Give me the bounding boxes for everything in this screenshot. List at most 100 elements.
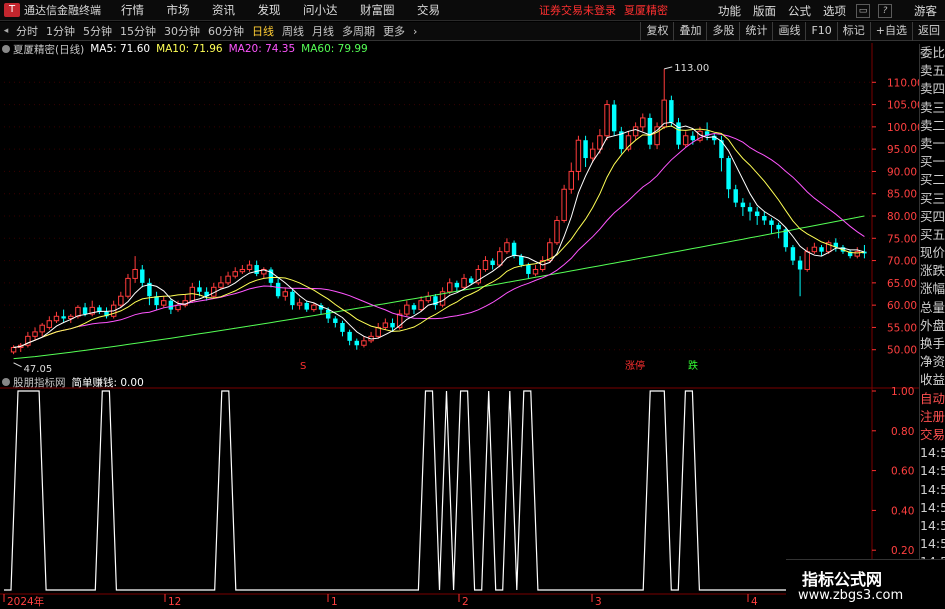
- candle-body-up: [311, 304, 317, 311]
- sidebar-label: 买四: [920, 208, 945, 224]
- candle-body-down: [454, 282, 460, 288]
- candle-body-down: [526, 265, 531, 274]
- legend-ma10: MA10: 71.96: [156, 43, 223, 55]
- indicator-tick-label: 1.00: [891, 386, 914, 398]
- price-tick-label: 50.00: [887, 345, 917, 357]
- candle-body-up: [568, 170, 574, 190]
- candle-body-down: [254, 265, 259, 274]
- candle-body-down: [61, 316, 66, 319]
- candle-body-up: [282, 291, 288, 297]
- price-tick-label: 75.00: [887, 233, 917, 245]
- candle-body-down: [733, 189, 738, 203]
- indicator-menu-icon[interactable]: [2, 378, 10, 386]
- indicator-chart: 0.20 0.40 0.60 0.80 1.00: [4, 386, 914, 591]
- candle-body-down: [333, 318, 338, 323]
- candle-body-up: [382, 322, 389, 328]
- date-label: 4: [751, 596, 758, 608]
- price-axis: 50.00 55.00 60.00 65.00 70.00 75.00 80.00 85.00…: [872, 77, 924, 357]
- sidebar-label: 14:50: [920, 499, 945, 515]
- candle-body-up: [632, 126, 639, 137]
- legend-stock-title: 夏厦精密(日线): [13, 43, 85, 56]
- sidebar-label[interactable]: 注册: [920, 408, 945, 426]
- kline-chart[interactable]: 50.00 55.00 60.00 65.00 70.00 75.00 80.00 85.00…: [0, 0, 945, 609]
- candle-body-down: [390, 322, 395, 328]
- watermark-url: www.zbgs3.com: [798, 588, 904, 603]
- indicator-tick-label: 0.20: [891, 545, 914, 557]
- candle-body-up: [218, 282, 224, 288]
- legend-menu-icon[interactable]: [2, 44, 10, 53]
- candle-body-down: [669, 100, 674, 123]
- low-label: 47.05: [24, 364, 53, 375]
- sidebar-label[interactable]: 自动: [920, 390, 945, 408]
- candle-body-down: [726, 158, 731, 190]
- candle-body-down: [140, 269, 145, 283]
- candle-body-down: [797, 260, 803, 270]
- candle-body-down: [511, 242, 517, 257]
- candle-body-up: [575, 139, 582, 172]
- candle-body-down: [762, 216, 767, 221]
- chart-grid: [0, 43, 919, 604]
- sidebar-label: 买五: [920, 226, 945, 242]
- ma-lines: [13, 121, 865, 360]
- candle-body-down: [304, 302, 309, 310]
- signal-marker-s: S: [300, 361, 306, 372]
- candle-body-down: [411, 305, 417, 310]
- candle-body-down: [340, 322, 345, 332]
- sidebar-label: 收益: [920, 372, 945, 388]
- date-label: 2: [462, 596, 469, 608]
- candle-body-up: [10, 346, 17, 353]
- ma10-line: [13, 125, 865, 348]
- candle-body-down: [197, 287, 202, 292]
- indicator-tick-label: 0.60: [891, 466, 914, 478]
- candle-body-up: [404, 304, 410, 315]
- sidebar-label: 卖五: [920, 63, 945, 79]
- watermark: 指标公式网 www.zbgs3.com: [786, 559, 945, 609]
- price-tick-label: 70.00: [887, 256, 917, 268]
- candle-body-up: [482, 260, 489, 270]
- candle-body-down: [583, 140, 588, 159]
- sidebar-label: 买一: [920, 154, 945, 170]
- price-tick-label: 55.00: [887, 322, 917, 334]
- candle-body-up: [225, 275, 231, 284]
- sidebar-label: 外盘: [920, 317, 945, 333]
- candle-body-up: [132, 268, 138, 279]
- sidebar-label: 净资: [920, 354, 945, 370]
- sidebar-label: 14:50: [920, 536, 945, 552]
- sidebar-label: 买二: [920, 172, 945, 188]
- sidebar-label: 现价: [920, 245, 945, 261]
- candle-body-up: [118, 295, 124, 306]
- candle-body-down: [490, 260, 495, 266]
- indicator-legend: 股朋指标网 简单赚钱: 0.00: [2, 375, 150, 390]
- candle-body-up: [53, 315, 60, 322]
- signal-marker-limitup: 涨停: [625, 359, 645, 372]
- candle-body-up: [497, 251, 503, 266]
- candle-body-up: [361, 340, 367, 346]
- candle-body-down: [168, 300, 174, 310]
- candle-body-down: [325, 309, 331, 319]
- sidebar-label: 卖一: [920, 135, 945, 151]
- candle-body-down: [769, 220, 774, 225]
- app-window: T 通达信金融终端 行情 市场 资讯 发现 问小达 财富圈 交易 证券交易未登录…: [0, 0, 945, 609]
- candle-body-up: [804, 251, 810, 270]
- legend-ma20: MA20: 74.35: [228, 43, 296, 55]
- indicator-line: [4, 390, 868, 591]
- price-tick-label: 80.00: [887, 211, 917, 223]
- candle-body-down: [754, 211, 760, 216]
- candle-body-up: [554, 219, 560, 244]
- candle-body-down: [82, 307, 88, 315]
- watermark-title: 指标公式网: [802, 570, 883, 589]
- candle-body-down: [611, 104, 617, 132]
- candle-body-down: [290, 291, 295, 306]
- sidebar-label: 14:50: [920, 517, 945, 533]
- high-label: 113.00: [674, 63, 709, 74]
- indicator-source[interactable]: 股朋指标网: [13, 375, 66, 390]
- date-label: 3: [595, 596, 602, 608]
- price-tick-label: 85.00: [887, 189, 917, 201]
- candle-body-down: [790, 247, 796, 261]
- sidebar-label: 14:50: [920, 481, 945, 497]
- legend-title[interactable]: 夏厦精密(日线): [2, 42, 84, 57]
- candle-body-up: [811, 246, 818, 253]
- sidebar-label[interactable]: 交易: [920, 426, 945, 444]
- candle-body-down: [275, 282, 281, 297]
- price-tick-label: 95.00: [887, 144, 917, 156]
